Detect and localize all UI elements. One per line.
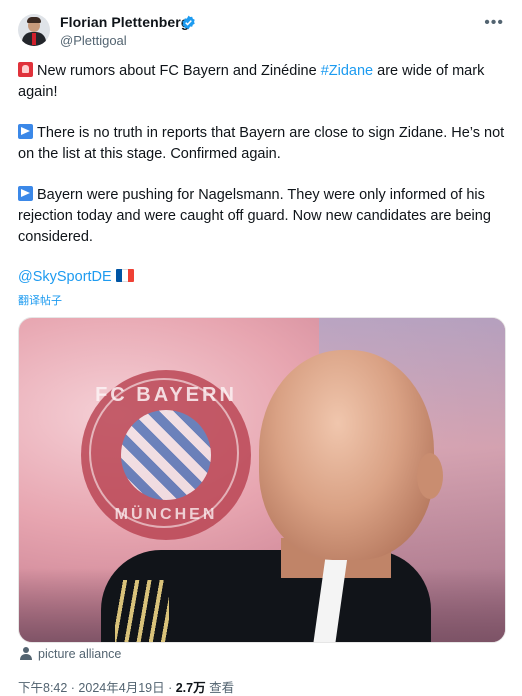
post-line1-pre: New rumors about FC Bayern and Zinédine (37, 63, 321, 79)
post-line3: Bayern were pushing for Nagelsmann. They… (18, 187, 491, 245)
verified-badge-icon (182, 15, 195, 30)
post-timestamp[interactable]: 下午8:42 · 2024年4月19日 · (18, 681, 176, 695)
author-name[interactable]: Florian Plettenberg (60, 14, 189, 30)
hashtag-link[interactable]: #Zidane (321, 63, 373, 79)
mention-line: @SkySportDE (18, 269, 134, 285)
views-label: 查看 (205, 681, 235, 695)
post-paragraph-3: Bayern were pushing for Nagelsmann. They… (18, 185, 508, 248)
more-options-icon[interactable]: ••• (484, 14, 504, 32)
post-line2: There is no truth in reports that Bayern… (18, 125, 505, 162)
logo-top-text: FC BAYERN (95, 384, 237, 406)
post-paragraph-2: There is no truth in reports that Bayern… (18, 123, 508, 165)
avatar-hair (27, 17, 41, 23)
image-credit: picture alliance (38, 647, 122, 661)
person-icon (20, 647, 32, 660)
jacket-stripes (115, 580, 169, 642)
tweet-card: Florian Plettenberg @Plettigoal ••• New … (0, 0, 522, 695)
right-arrow-icon (18, 186, 33, 201)
post-image[interactable]: FC BAYERN MÜNCHEN (18, 317, 506, 643)
post-meta: 下午8:42 · 2024年4月19日 · 2.7万 查看 (18, 677, 234, 696)
author-handle[interactable]: @Plettigoal (60, 33, 127, 48)
person-ear (417, 453, 443, 499)
logo-bottom-text: MÜNCHEN (114, 506, 218, 523)
person-head (259, 350, 434, 560)
logo-diamonds (121, 410, 211, 500)
author-avatar[interactable] (18, 14, 50, 46)
fc-bayern-logo: FC BAYERN MÜNCHEN (81, 370, 251, 540)
avatar-tie (32, 33, 36, 45)
france-flag-icon (115, 269, 134, 282)
view-count: 2.7万 (175, 681, 206, 695)
post-paragraph-1: New rumors about FC Bayern and Zinédine … (18, 61, 508, 103)
rotating-light-icon (18, 62, 33, 77)
right-arrow-icon (18, 124, 33, 139)
translate-post-link[interactable]: 翻译帖子 (18, 292, 62, 308)
mention-link[interactable]: @SkySportDE (18, 269, 112, 285)
